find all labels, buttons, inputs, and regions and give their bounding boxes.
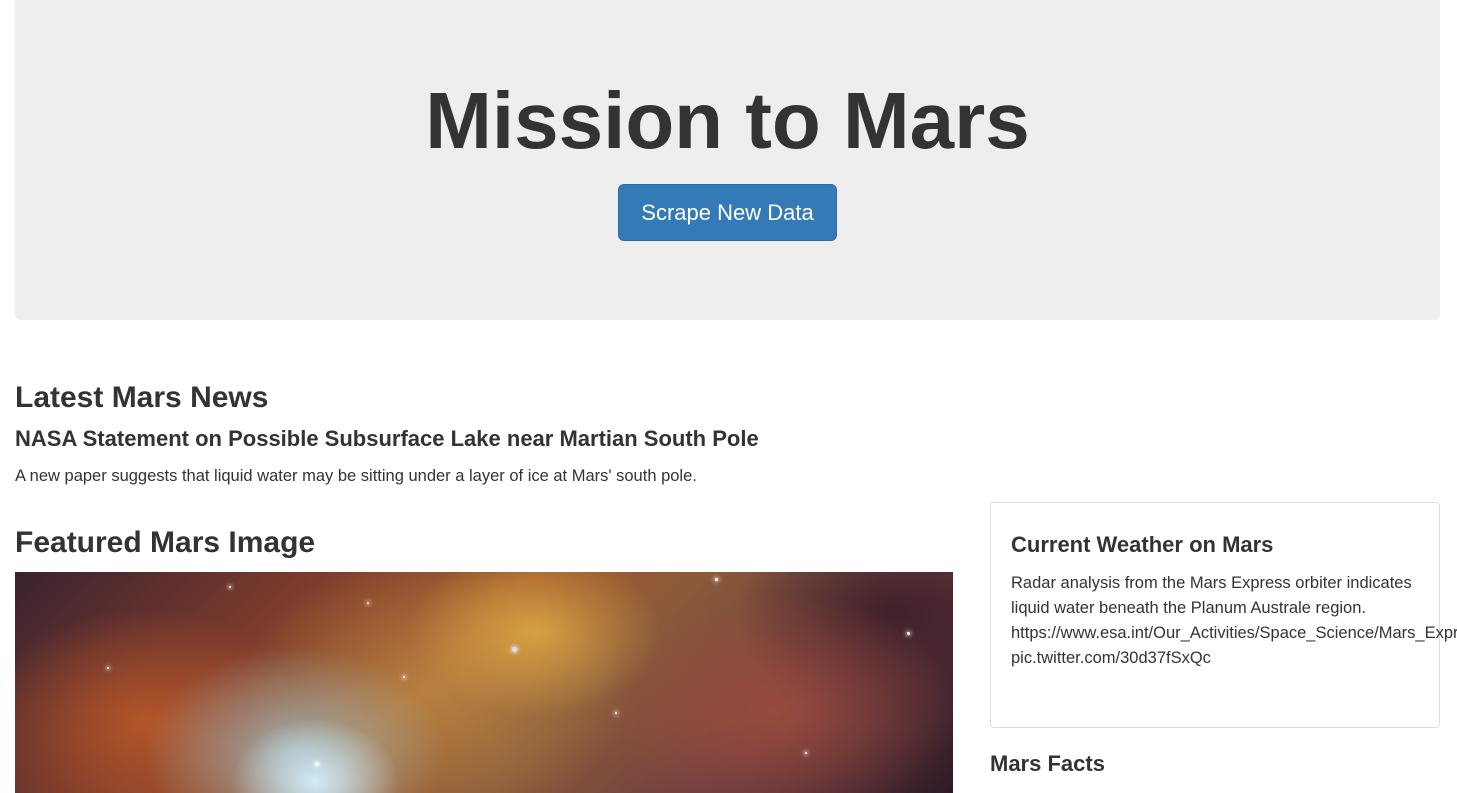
jumbotron-header: Mission to Mars Scrape New Data bbox=[15, 0, 1440, 320]
star-decoration bbox=[229, 586, 231, 588]
scrape-new-data-button[interactable]: Scrape New Data bbox=[618, 184, 837, 241]
latest-news-heading: Latest Mars News bbox=[15, 381, 269, 414]
news-paragraph: A new paper suggests that liquid water m… bbox=[15, 467, 697, 485]
star-decoration bbox=[715, 578, 718, 581]
news-title: NASA Statement on Possible Subsurface La… bbox=[15, 426, 759, 451]
weather-twitter-link: pic.twitter.com/30d37fSxQc bbox=[1011, 649, 1211, 667]
star-decoration bbox=[107, 667, 109, 669]
weather-url: https://www.esa.int/Our_Activities/Space… bbox=[1011, 624, 1457, 642]
weather-description: Radar analysis from the Mars Express orb… bbox=[1011, 574, 1412, 617]
star-decoration bbox=[403, 676, 405, 678]
weather-panel: Current Weather on Mars Radar analysis f… bbox=[990, 502, 1457, 728]
star-decoration bbox=[805, 752, 807, 754]
weather-text: Radar analysis from the Mars Express orb… bbox=[1011, 571, 1457, 671]
featured-image-heading: Featured Mars Image bbox=[15, 526, 316, 559]
star-decoration bbox=[367, 602, 369, 604]
star-decoration bbox=[315, 762, 319, 766]
star-decoration bbox=[615, 712, 617, 714]
page-title: Mission to Mars bbox=[425, 76, 1030, 165]
star-decoration bbox=[907, 632, 910, 635]
weather-heading: Current Weather on Mars bbox=[1011, 532, 1274, 557]
star-decoration bbox=[512, 647, 517, 652]
mars-facts-heading: Mars Facts bbox=[990, 751, 1105, 776]
featured-mars-image[interactable] bbox=[15, 572, 953, 793]
